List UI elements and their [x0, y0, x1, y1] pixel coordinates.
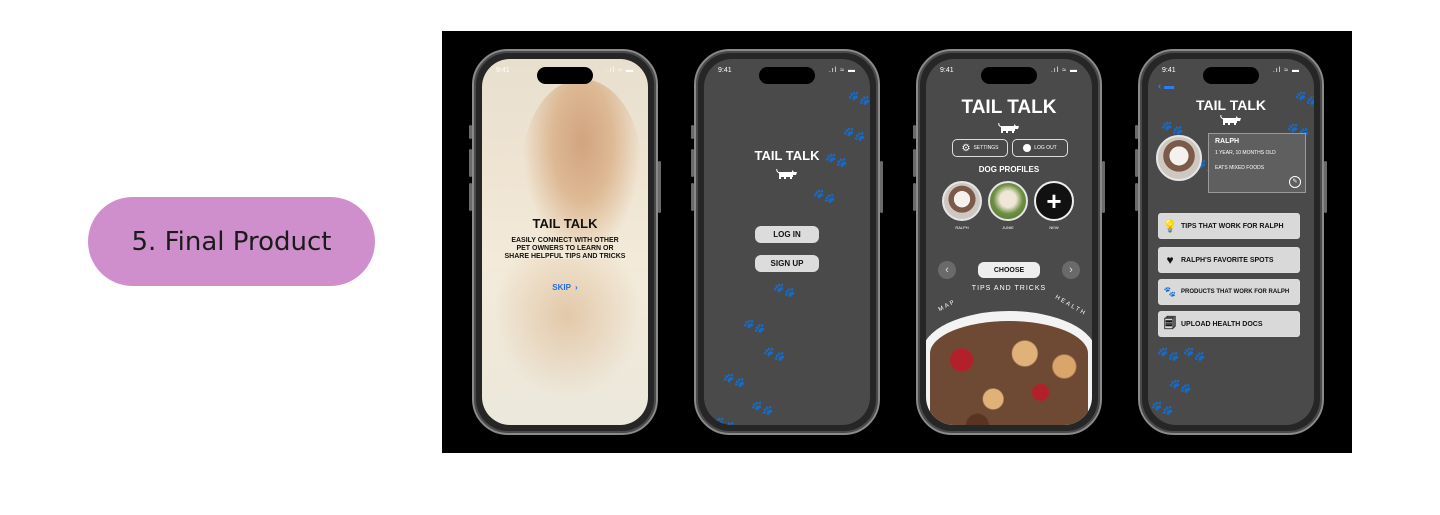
tagline: EASILY CONNECT WITH OTHER PET OWNERS TO … — [504, 237, 626, 260]
add-profile-button[interactable]: + — [1034, 181, 1074, 221]
paw-print-icon: 🐾 — [846, 85, 870, 112]
login-screen: 9:41 .ıl ≈ ▬ 🐾 🐾 🐾 🐾 🐾 🐾 🐾 🐾 🐾 🐾 TAIL TAL… — [704, 59, 870, 425]
dog-name: RALPH — [1215, 138, 1240, 145]
log-in-button[interactable]: LOG IN — [755, 226, 819, 243]
settings-label: SETTINGS — [973, 145, 999, 151]
profile-name: JUNIE — [1002, 225, 1014, 230]
settings-button[interactable]: ⚙ SETTINGS — [952, 139, 1008, 157]
dog-photo-background — [522, 79, 642, 259]
paw-print-icon: 🐾 — [1149, 395, 1176, 422]
logout-icon — [1023, 144, 1032, 152]
feature-label: RALPH'S FAVORITE SPOTS — [1181, 256, 1274, 264]
paw-print-icon: 🐾 — [1155, 341, 1182, 368]
dog-info-card: RALPH 1 YEAR, 10 MONTHS OLD EATS MIXED F… — [1208, 133, 1306, 193]
gear-icon: ⚙ — [961, 142, 971, 154]
dog-food-bowl-image — [926, 311, 1092, 425]
feature-upload-docs-button[interactable]: 🗐 UPLOAD HEALTH DOCS — [1158, 311, 1300, 337]
cat-logo-icon — [1220, 115, 1241, 125]
edit-icon[interactable]: ✎ — [1289, 176, 1301, 188]
lightbulb-icon: 💡 — [1162, 219, 1178, 233]
skip-label: SKIP — [552, 283, 571, 292]
carousel-prev-button[interactable]: ‹ — [938, 261, 956, 279]
paw-print-icon: 🐾 — [761, 341, 788, 368]
app-title: TAIL TALK — [532, 216, 598, 231]
profile-name: RALPH — [955, 225, 969, 230]
cat-logo-icon — [776, 169, 797, 179]
app-title: TAIL TALK — [961, 97, 1057, 118]
log-out-label: LOG OUT — [1034, 145, 1057, 151]
feature-label: UPLOAD HEALTH DOCS — [1181, 320, 1263, 328]
phone-dog-profiles: 9:41 .ıl ≈ ▬ TAIL TALK ⚙ SETTINGS LOG OUT … — [913, 49, 1105, 435]
status-time: 9:41 — [718, 67, 732, 74]
sign-up-button[interactable]: SIGN UP — [755, 255, 819, 272]
chevron-right-icon: › — [1069, 264, 1073, 276]
plus-icon: + — [1046, 186, 1062, 216]
document-icon: 🗐 — [1164, 315, 1176, 330]
status-time: 9:41 — [940, 67, 954, 74]
status-time: 9:41 — [1162, 67, 1176, 74]
carousel-item-map[interactable]: MAP — [938, 299, 958, 313]
paw-print-icon: 🐾 — [1181, 341, 1208, 368]
carousel-item-health[interactable]: HEALTH — [1054, 295, 1088, 318]
phones-showcase: 9:41 .ıl ≈ ▬ TAIL TALK EASILY CONNECT WIT… — [442, 31, 1352, 453]
chevron-left-icon: ‹ — [945, 264, 949, 276]
feature-tips-button[interactable]: 💡 TIPS THAT WORK FOR RALPH — [1158, 213, 1300, 239]
paw-print-icon: 🐾 — [811, 183, 838, 210]
log-out-button[interactable]: LOG OUT — [1012, 139, 1068, 157]
section-label: 5. Final Product — [131, 226, 332, 257]
welcome-screen: 9:41 .ıl ≈ ▬ TAIL TALK EASILY CONNECT WIT… — [482, 59, 648, 425]
status-icons: .ıl ≈ ▬ — [606, 67, 634, 74]
dog-profiles-screen: 9:41 .ıl ≈ ▬ TAIL TALK ⚙ SETTINGS LOG OUT … — [926, 59, 1092, 425]
carousel-item-tips[interactable]: TIPS AND TRICKS — [926, 285, 1092, 292]
paw-print-icon: 🐾 — [711, 411, 738, 425]
profile-name: NEW — [1049, 225, 1059, 230]
paw-print-icon: 🐾 — [841, 121, 868, 148]
profile-avatar-ralph[interactable] — [942, 181, 982, 221]
status-icons: .ıl ≈ ▬ — [828, 67, 856, 74]
profile-avatar-junie[interactable] — [988, 181, 1028, 221]
paw-print-icon: 🐾 — [741, 313, 768, 340]
phone-ralph-profile: 9:41 .ıl ≈ ▬ ‹ ▬ 🐾 🐾 🐾 🐾 🐾 🐾 🐾 🐾 TAIL TAL… — [1135, 49, 1327, 435]
choose-button[interactable]: CHOOSE — [978, 262, 1040, 278]
phone-login: 9:41 .ıl ≈ ▬ 🐾 🐾 🐾 🐾 🐾 🐾 🐾 🐾 🐾 🐾 TAIL TAL… — [691, 49, 883, 435]
feature-label: PRODUCTS THAT WORK FOR RALPH — [1181, 289, 1290, 295]
paw-print-icon: 🐾 — [1167, 373, 1194, 400]
feature-favorite-spots-button[interactable]: ♥ RALPH'S FAVORITE SPOTS — [1158, 247, 1300, 273]
chevron-left-icon: ‹ ▬ — [1158, 81, 1175, 92]
heart-icon: ♥ — [1166, 253, 1174, 267]
ralph-avatar — [1156, 135, 1202, 181]
app-title: TAIL TALK — [1196, 97, 1266, 113]
phone-welcome: 9:41 .ıl ≈ ▬ TAIL TALK EASILY CONNECT WIT… — [469, 49, 661, 435]
section-label-pill: 5. Final Product — [88, 197, 375, 286]
dog-diet: EATS MIXED FOODS — [1215, 165, 1265, 171]
paw-icon: 🐾 — [1163, 286, 1177, 298]
cat-logo-icon — [998, 123, 1019, 133]
dog-profiles-heading: DOG PROFILES — [978, 165, 1040, 174]
feature-products-button[interactable]: 🐾 PRODUCTS THAT WORK FOR RALPH — [1158, 279, 1300, 305]
dog-age: 1 YEAR, 10 MONTHS OLD — [1215, 150, 1276, 156]
back-button[interactable]: ‹ ▬ — [1158, 81, 1174, 92]
app-title: TAIL TALK — [754, 148, 820, 163]
status-icons: .ıl ≈ ▬ — [1050, 67, 1078, 74]
status-time: 9:41 — [496, 67, 510, 74]
status-icons: .ıl ≈ ▬ — [1272, 67, 1300, 74]
paw-print-icon: 🐾 — [721, 367, 748, 394]
carousel-next-button[interactable]: › — [1062, 261, 1080, 279]
ralph-profile-screen: 9:41 .ıl ≈ ▬ ‹ ▬ 🐾 🐾 🐾 🐾 🐾 🐾 🐾 🐾 TAIL TAL… — [1148, 59, 1314, 425]
feature-label: TIPS THAT WORK FOR RALPH — [1181, 222, 1284, 230]
chevron-right-icon: › — [575, 283, 578, 292]
paw-print-icon: 🐾 — [749, 395, 776, 422]
skip-button[interactable]: SKIP › — [482, 283, 648, 292]
paw-print-icon: 🐾 — [771, 277, 798, 304]
